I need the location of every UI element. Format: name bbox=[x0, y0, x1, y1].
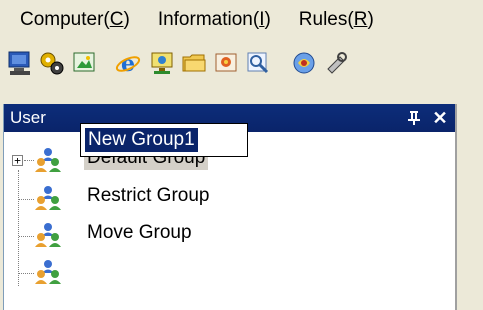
user-group-icon bbox=[34, 185, 62, 211]
group-tree: + Default Group Restrict Group Move Grou… bbox=[4, 132, 455, 310]
picture-icon[interactable] bbox=[70, 49, 98, 77]
search-icon[interactable] bbox=[244, 49, 272, 77]
toolbar: e bbox=[0, 40, 483, 102]
menu-rules-label: Rules( bbox=[298, 9, 354, 30]
tree-connector bbox=[19, 199, 34, 200]
user-group-icon bbox=[34, 259, 62, 285]
tree-item-label: Restrict Group bbox=[87, 185, 210, 206]
network-monitor-icon[interactable] bbox=[148, 49, 176, 77]
application-window: Computer(C) Information(I) Rules(R) e Us… bbox=[0, 0, 483, 310]
tree-connector bbox=[24, 160, 34, 161]
computer-icon[interactable] bbox=[6, 49, 34, 77]
menu-computer[interactable]: Computer(C) bbox=[20, 9, 130, 31]
folder-icon[interactable] bbox=[180, 49, 208, 77]
media-icon[interactable] bbox=[212, 49, 240, 77]
close-icon[interactable]: ✕ bbox=[429, 107, 451, 129]
user-group-icon bbox=[34, 147, 62, 173]
tree-connector bbox=[18, 170, 19, 286]
menu-rules-suffix: ) bbox=[367, 9, 374, 30]
menu-computer-label: Computer( bbox=[20, 9, 110, 30]
tools-icon[interactable] bbox=[322, 49, 350, 77]
pin-icon[interactable] bbox=[403, 107, 425, 129]
menu-information-label: Information( bbox=[157, 9, 260, 30]
user-group-icon bbox=[34, 222, 62, 248]
menu-rules-mnemonic: R bbox=[353, 9, 368, 30]
software-icon[interactable] bbox=[290, 49, 318, 77]
tree-item-label: Move Group bbox=[87, 222, 192, 243]
menu-bar: Computer(C) Information(I) Rules(R) bbox=[0, 0, 483, 40]
menu-computer-mnemonic: C bbox=[109, 9, 124, 30]
internet-explorer-icon[interactable]: e bbox=[114, 49, 142, 77]
rename-input[interactable]: New Group1 bbox=[80, 123, 248, 157]
tree-connector bbox=[19, 236, 34, 237]
rename-input-selected-text: New Group1 bbox=[85, 128, 198, 152]
menu-information-suffix: ) bbox=[264, 9, 271, 30]
menu-computer-suffix: ) bbox=[123, 9, 130, 30]
menu-information[interactable]: Information(I) bbox=[158, 9, 271, 31]
tree-connector bbox=[19, 273, 34, 274]
menu-rules[interactable]: Rules(R) bbox=[299, 9, 374, 31]
expand-icon[interactable]: + bbox=[12, 155, 23, 166]
gears-icon[interactable] bbox=[38, 49, 66, 77]
svg-text:e: e bbox=[121, 51, 135, 77]
splitter[interactable] bbox=[455, 104, 483, 310]
